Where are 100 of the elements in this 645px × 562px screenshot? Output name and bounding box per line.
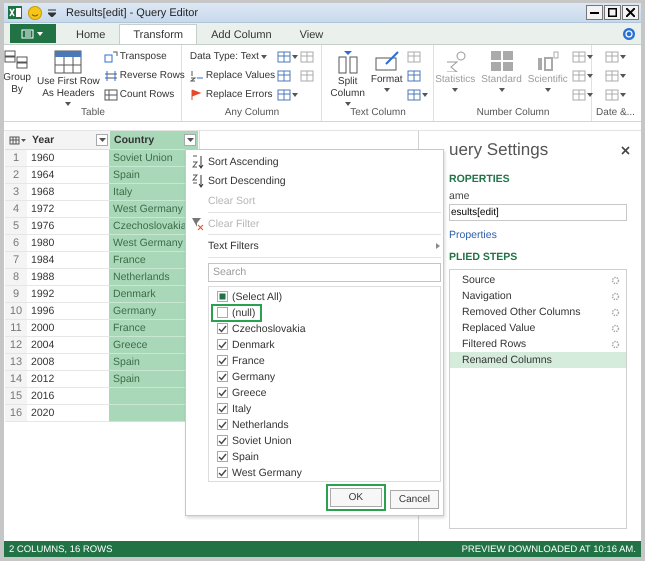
value-option[interactable]: Spain — [209, 448, 259, 465]
applied-step[interactable]: Removed Other Columns — [450, 304, 626, 320]
ribbon-button[interactable]: Format — [368, 48, 405, 92]
split-icon — [336, 50, 360, 74]
submenu-arrow-icon — [436, 243, 440, 250]
properties-link[interactable]: Properties — [449, 229, 633, 241]
smiley-icon — [28, 6, 42, 20]
row-number: 9 — [5, 286, 27, 303]
column-header[interactable]: Country — [110, 131, 198, 149]
dialog-button[interactable]: Cancel — [390, 490, 439, 510]
ribbon-button[interactable]: Reverse Rows — [104, 67, 185, 84]
ribbon-tab[interactable]: Transform — [119, 24, 198, 44]
row-number: 14 — [5, 371, 27, 388]
checkbox[interactable] — [217, 291, 228, 302]
value-option[interactable]: Soviet Union — [209, 432, 292, 449]
checkbox[interactable] — [217, 323, 228, 334]
checkbox[interactable] — [217, 339, 228, 350]
applied-step[interactable]: Replaced Value — [450, 320, 626, 336]
status-text: 2 COLUMNS, 16 ROWS — [9, 544, 112, 554]
group-label: Text Column — [349, 107, 407, 120]
ribbon-tab[interactable]: Home — [62, 24, 120, 44]
maximize-button[interactable] — [604, 5, 621, 20]
column-header[interactable]: Year — [28, 131, 110, 149]
status-text: PREVIEW DOWNLOADED AT 10:16 AM. — [462, 544, 636, 554]
column-icon — [300, 50, 314, 62]
column-icon — [572, 70, 586, 82]
group-label: Table — [80, 107, 106, 120]
applied-step[interactable]: Source — [450, 272, 626, 288]
close-button[interactable] — [622, 5, 639, 20]
ribbon-button[interactable]: Use First Row As Headers — [34, 48, 102, 106]
search-field[interactable]: Search — [208, 263, 441, 282]
ribbon-tab[interactable]: View — [286, 24, 338, 44]
dialog-button[interactable]: OK — [330, 488, 382, 508]
value-option[interactable]: Denmark — [209, 336, 275, 353]
checkbox[interactable] — [217, 467, 228, 478]
close-button[interactable] — [619, 144, 631, 156]
value-option[interactable]: West Germany — [209, 464, 302, 481]
format-icon — [374, 50, 400, 72]
maximize-icon — [608, 8, 617, 17]
value-option[interactable]: Greece — [209, 384, 266, 401]
row-number: 12 — [5, 337, 27, 354]
column-icon — [406, 88, 421, 100]
checkbox[interactable] — [217, 387, 228, 398]
value-option[interactable]: Italy — [209, 400, 252, 417]
filter-button[interactable] — [184, 134, 196, 146]
row-number: 5 — [5, 218, 27, 235]
ribbon-button[interactable]: Data Type: Text — [190, 48, 276, 65]
applied-step[interactable]: Navigation — [450, 288, 626, 304]
ribbon-button[interactable]: Split Column — [328, 48, 367, 106]
ribbon-button[interactable]: Group By — [4, 48, 33, 96]
ribbon-button[interactable]: Count Rows — [104, 86, 185, 103]
applied-step[interactable]: Filtered Rows — [450, 336, 626, 352]
checkbox[interactable] — [217, 435, 228, 446]
checkbox[interactable] — [217, 355, 228, 366]
caret-icon — [98, 138, 106, 142]
ribbon-button[interactable]: Replace Errors — [190, 86, 276, 103]
value-option[interactable]: France — [209, 352, 265, 369]
row-number: 2 — [5, 167, 27, 184]
sort-descending-icon — [192, 174, 204, 188]
column-icon — [572, 50, 586, 62]
column-icon — [300, 70, 314, 82]
replace-icon — [190, 70, 204, 82]
row-number: 11 — [5, 320, 27, 337]
field-label: ame — [449, 190, 470, 202]
minimize-button[interactable] — [586, 5, 603, 20]
column-icon — [406, 50, 421, 62]
group-label: Date &... — [595, 107, 636, 120]
reverse-rows-icon — [104, 70, 118, 82]
ribbon-button[interactable]: Transpose — [104, 48, 185, 65]
value-option[interactable]: Netherlands — [209, 416, 289, 433]
row-number: 15 — [5, 388, 27, 405]
menu-icon — [21, 28, 45, 38]
value-option[interactable]: (Select All) — [209, 288, 282, 305]
checkbox[interactable] — [217, 451, 228, 462]
column-icon — [605, 50, 619, 62]
column-icon — [406, 70, 421, 82]
ribbon-tab[interactable]: Add Column — [197, 24, 286, 44]
value-option[interactable]: (null) — [212, 304, 262, 321]
column-icon — [277, 70, 292, 82]
row-number: 1 — [5, 150, 27, 167]
applied-step[interactable]: Renamed Columns — [450, 352, 626, 368]
checkbox[interactable] — [217, 371, 228, 382]
sort-ascending-icon — [192, 154, 204, 169]
row-number: 3 — [5, 184, 27, 201]
row-number: 16 — [5, 405, 27, 422]
row-number: 8 — [5, 269, 27, 286]
name-field[interactable]: esults[edit] — [449, 204, 627, 221]
checkbox[interactable] — [217, 403, 228, 414]
value-option[interactable]: Czechoslovakia — [209, 320, 306, 337]
filter-button[interactable] — [96, 134, 108, 146]
ribbon-button[interactable]: Replace Values — [190, 67, 276, 84]
minimize-icon — [590, 12, 599, 14]
rows-icon — [104, 88, 118, 100]
table-icon — [54, 50, 82, 74]
file-menu-button[interactable] — [10, 24, 56, 43]
calculator-icon — [490, 50, 514, 72]
checkbox[interactable] — [217, 307, 228, 318]
value-option[interactable]: Germany — [209, 368, 276, 385]
checkbox[interactable] — [217, 419, 228, 430]
column-icon — [605, 70, 619, 82]
